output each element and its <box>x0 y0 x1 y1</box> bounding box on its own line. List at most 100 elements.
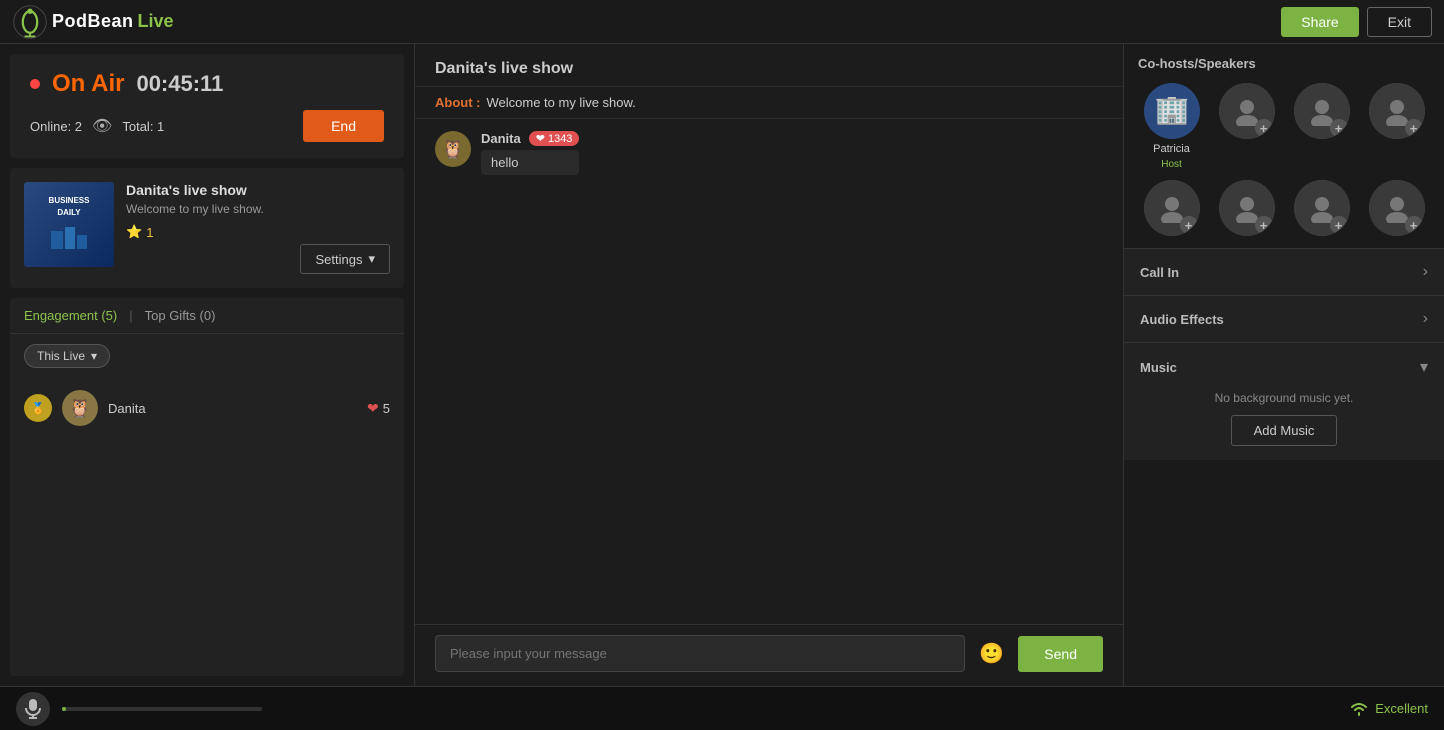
call-in-header[interactable]: Call In › <box>1124 249 1444 295</box>
music-arrow-icon[interactable]: ▾ <box>1420 357 1428 377</box>
audio-effects-title: Audio Effects <box>1140 312 1224 327</box>
engagement-tabs: Engagement (5) | Top Gifts (0) <box>10 298 404 334</box>
music-section: Music ▾ No background music yet. Add Mus… <box>1124 343 1444 460</box>
signal-section: Excellent <box>1349 701 1428 717</box>
filter-button[interactable]: This Live ▾ <box>24 344 110 368</box>
cohosts-title: Co-hosts/Speakers <box>1138 56 1430 71</box>
top-gifts-tab[interactable]: Top Gifts (0) <box>145 308 216 323</box>
send-button[interactable]: Send <box>1018 636 1103 672</box>
audio-effects-arrow-icon: › <box>1423 310 1428 328</box>
hosts-grid-row1: 🏢 Patricia Host + <box>1138 83 1430 170</box>
host-item-slot7[interactable]: + <box>1288 180 1355 236</box>
mic-section <box>16 692 262 726</box>
emoji-button[interactable]: 🙂 <box>975 641 1008 666</box>
on-air-label: On Air <box>52 70 124 98</box>
cohosts-section: Co-hosts/Speakers 🏢 <box>1124 44 1444 249</box>
add-plus-icon2: + <box>1255 119 1273 137</box>
chat-show-title: Danita's live show <box>435 60 573 77</box>
exit-button[interactable]: Exit <box>1367 7 1432 37</box>
host-avatar-slot8[interactable]: + <box>1369 180 1425 236</box>
host-item-slot8[interactable]: + <box>1363 180 1430 236</box>
audio-effects-header[interactable]: Audio Effects › <box>1124 296 1444 342</box>
on-air-section: On Air 00:45:11 Online: 2 👁 Total: 1 End <box>10 54 404 158</box>
engagement-tab[interactable]: Engagement (5) <box>24 308 117 323</box>
online-count: Online: 2 <box>30 119 82 134</box>
show-info-details: Danita's live show Welcome to my live sh… <box>126 182 390 274</box>
engagement-section: Engagement (5) | Top Gifts (0) This Live… <box>10 298 404 676</box>
share-button[interactable]: Share <box>1281 7 1358 37</box>
filter-label: This Live <box>37 349 85 363</box>
center-panel: Danita's live show About : Welcome to my… <box>415 44 1124 686</box>
signal-label: Excellent <box>1375 701 1428 716</box>
mic-button[interactable] <box>16 692 50 726</box>
host-item-slot6[interactable]: + <box>1213 180 1280 236</box>
main-content: On Air 00:45:11 Online: 2 👁 Total: 1 End… <box>0 44 1444 686</box>
right-panel: Co-hosts/Speakers 🏢 <box>1124 44 1444 686</box>
mic-icon <box>25 699 41 719</box>
show-info-section: BUSINESS DAILY Danita's live show Welcom… <box>10 168 404 288</box>
music-header: Music ▾ <box>1140 357 1428 377</box>
host-item-patricia: 🏢 Patricia Host <box>1138 83 1205 170</box>
host-name-patricia: Patricia <box>1153 143 1190 155</box>
chat-message: 🦉 Danita ❤ 1343 hello <box>435 131 1103 175</box>
host-item-slot2[interactable]: + <box>1213 83 1280 170</box>
end-button[interactable]: End <box>303 110 384 142</box>
host-avatar-slot2[interactable]: + <box>1219 83 1275 139</box>
host-avatar-slot5[interactable]: + <box>1144 180 1200 236</box>
call-in-title: Call In <box>1140 265 1179 280</box>
host-avatar-slot4[interactable]: + <box>1369 83 1425 139</box>
add-plus-icon3: + <box>1330 119 1348 137</box>
settings-button[interactable]: Settings ▾ <box>300 244 390 274</box>
add-plus-icon5: + <box>1180 216 1198 234</box>
wifi-icon <box>1349 701 1369 717</box>
left-panel: On Air 00:45:11 Online: 2 👁 Total: 1 End… <box>0 44 415 686</box>
volume-fill <box>62 707 66 711</box>
heart-icon: ❤ <box>367 400 379 417</box>
audio-effects-section: Audio Effects › <box>1124 296 1444 343</box>
chat-user-avatar: 🦉 <box>435 131 471 167</box>
logo: PodBean Live <box>12 4 174 40</box>
call-in-arrow-icon: › <box>1423 263 1428 281</box>
logo-live-text: Live <box>138 11 174 32</box>
rank-badge: 🏅 <box>24 394 52 422</box>
on-air-timer: 00:45:11 <box>136 71 223 97</box>
show-title: Danita's live show <box>126 182 390 198</box>
chat-hearts-count: 1343 <box>548 133 572 145</box>
logo-text: PodBean <box>52 11 134 32</box>
chat-input[interactable] <box>435 635 965 672</box>
filter-chevron-icon: ▾ <box>91 349 97 363</box>
svg-text:🏢: 🏢 <box>1154 94 1189 126</box>
hosts-grid-row2: + + + <box>1138 180 1430 236</box>
music-title: Music <box>1140 360 1177 375</box>
host-avatar-patricia[interactable]: 🏢 <box>1144 83 1200 139</box>
show-rating: ⭐ 1 <box>126 224 390 240</box>
host-item-slot3[interactable]: + <box>1288 83 1355 170</box>
podbean-logo-icon <box>12 4 48 40</box>
host-avatar-slot6[interactable]: + <box>1219 180 1275 236</box>
on-air-row: On Air 00:45:11 <box>30 70 384 98</box>
about-row: About : Welcome to my live show. <box>415 87 1123 119</box>
add-plus-icon7: + <box>1330 216 1348 234</box>
chat-username: Danita <box>481 131 521 146</box>
filter-row: This Live ▾ <box>10 334 404 378</box>
user-name: Danita <box>108 401 357 416</box>
add-plus-icon6: + <box>1255 216 1273 234</box>
total-count: Total: 1 <box>122 119 164 134</box>
host-avatar-slot7[interactable]: + <box>1294 180 1350 236</box>
about-label: About : <box>435 95 480 110</box>
chat-heart-icon: ❤ <box>536 132 545 145</box>
add-music-button[interactable]: Add Music <box>1231 415 1338 446</box>
host-item-slot5[interactable]: + <box>1138 180 1205 236</box>
medal-icon: 🏅 <box>31 402 45 415</box>
host-item-slot4[interactable]: + <box>1363 83 1430 170</box>
heart-count: ❤ 5 <box>367 400 390 417</box>
eye-icon: 👁 <box>92 116 112 136</box>
chat-bubble: hello <box>481 150 579 175</box>
volume-bar <box>62 707 262 711</box>
thumbnail-title-line2: DAILY <box>57 208 80 218</box>
host-avatar-slot3[interactable]: + <box>1294 83 1350 139</box>
add-plus-icon4: + <box>1405 119 1423 137</box>
rating-count: 1 <box>146 225 153 240</box>
call-in-section: Call In › <box>1124 249 1444 296</box>
avatar: 🦉 <box>62 390 98 426</box>
